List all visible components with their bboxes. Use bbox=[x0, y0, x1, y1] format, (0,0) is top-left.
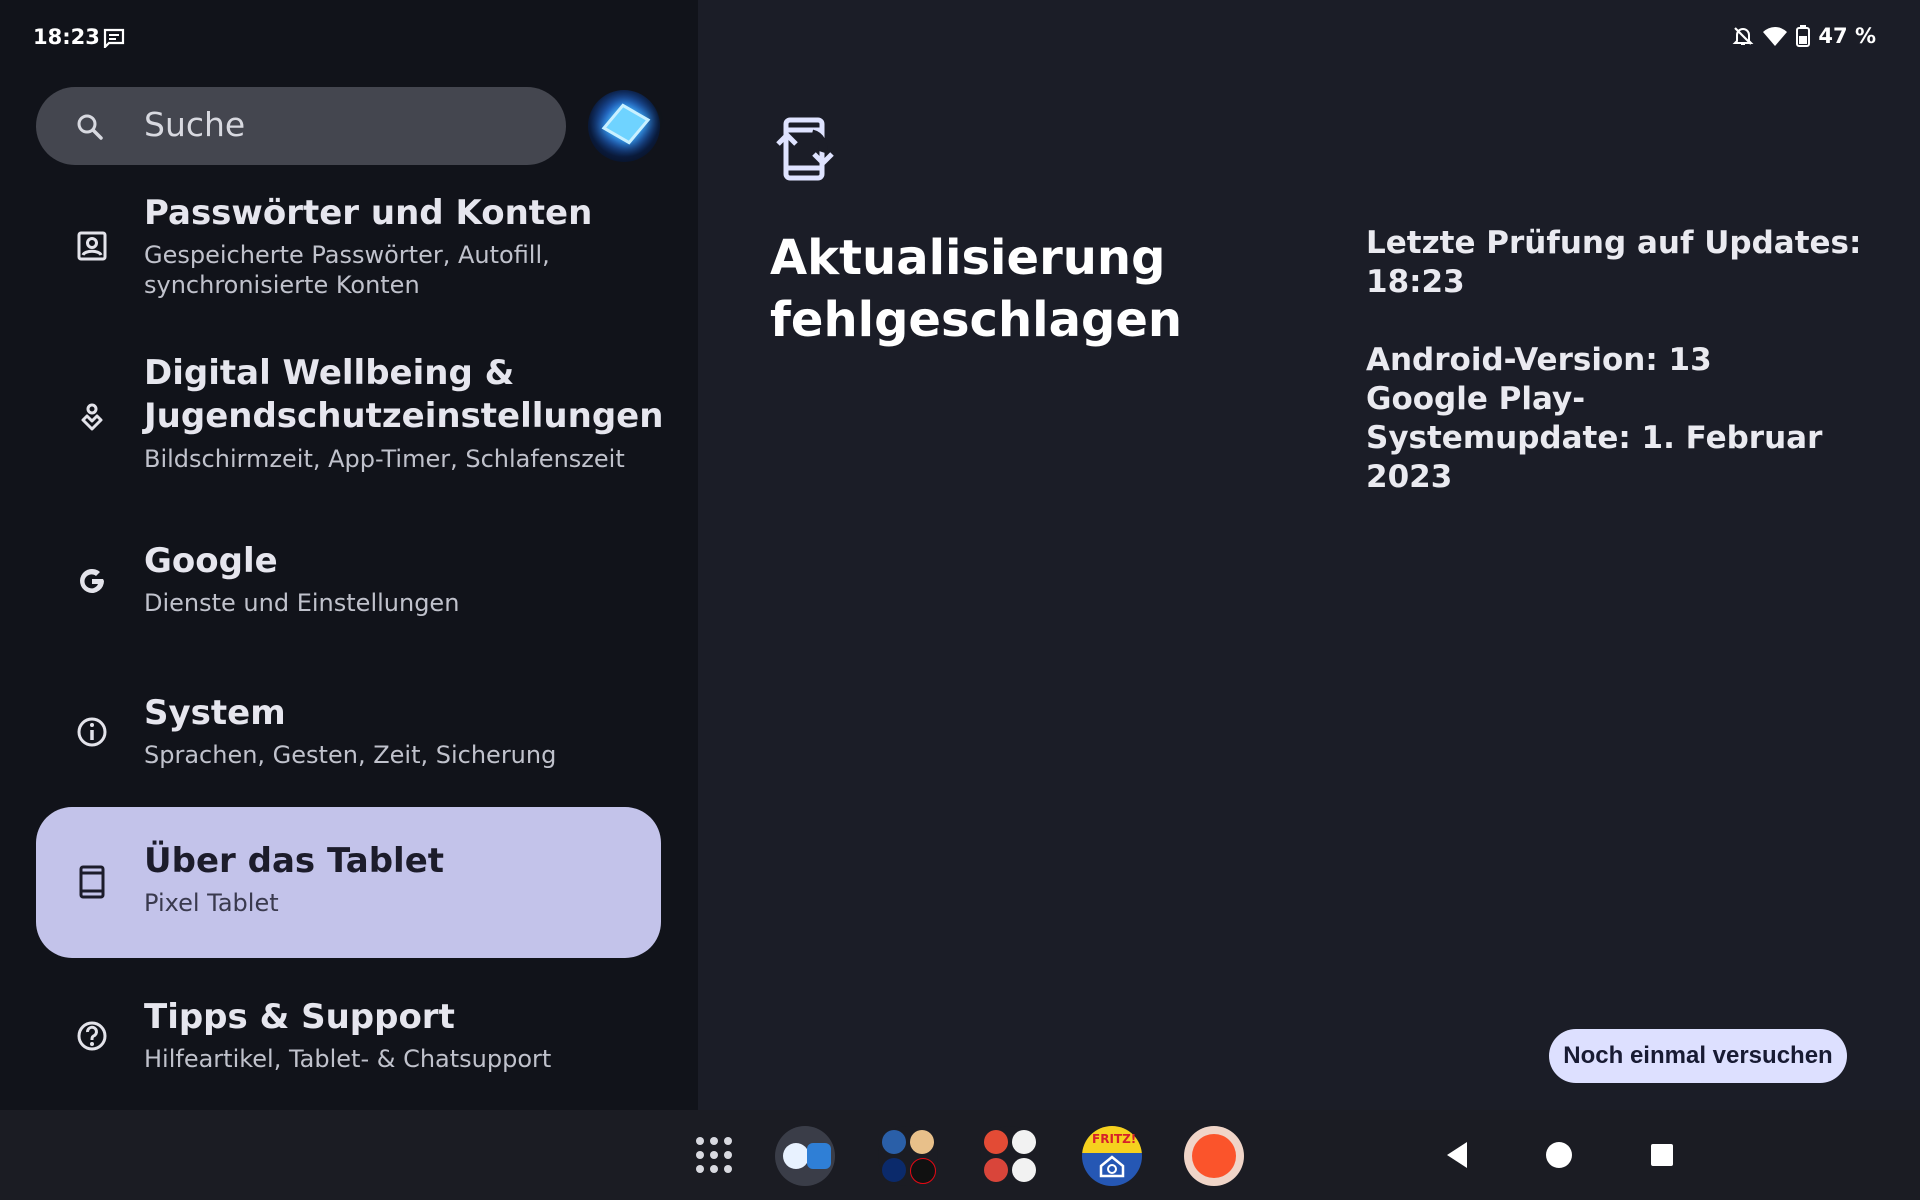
disney-plus-icon bbox=[882, 1158, 906, 1182]
settings-item-google[interactable]: Google Dienste und Einstellungen bbox=[36, 536, 661, 626]
android-version: Android-Version: 13 bbox=[1366, 342, 1712, 378]
settings-item-tips-support[interactable]: Tipps & Support Hilfeartikel, Tablet- & … bbox=[36, 992, 661, 1082]
avatar-chip-image bbox=[601, 103, 651, 145]
settings-item-subtitle: Pixel Tablet bbox=[144, 889, 279, 917]
settings-item-about-tablet[interactable]: Über das Tablet Pixel Tablet bbox=[36, 807, 661, 958]
help-icon bbox=[77, 1021, 107, 1051]
detail-pane bbox=[698, 0, 1920, 1110]
account-box-icon bbox=[77, 231, 107, 261]
recents-button[interactable] bbox=[1648, 1140, 1676, 1170]
play-system-update: Google Play-Systemupdate: 1. Februar 202… bbox=[1366, 381, 1823, 495]
back-button[interactable] bbox=[1443, 1140, 1471, 1170]
amazon-icon bbox=[910, 1130, 934, 1154]
app-folder-media[interactable] bbox=[878, 1126, 938, 1186]
retry-button[interactable]: Noch einmal versuchen bbox=[1549, 1029, 1847, 1083]
do-not-disturb-bell-icon bbox=[1733, 27, 1754, 45]
fritz-app-icon[interactable]: FRITZ! bbox=[1082, 1126, 1142, 1186]
battery-icon bbox=[1796, 25, 1811, 47]
wellbeing-icon bbox=[81, 403, 103, 431]
home-network-icon bbox=[1099, 1155, 1125, 1178]
google-icon bbox=[80, 568, 104, 593]
search-placeholder: Suche bbox=[144, 105, 246, 144]
app-store-icon bbox=[807, 1143, 831, 1169]
taskbar bbox=[0, 1110, 1920, 1200]
last-check-label: Letzte Prüfung auf Updates: bbox=[1366, 225, 1862, 261]
settings-item-subtitle: Hilfeartikel, Tablet- & Chatsupport bbox=[144, 1045, 552, 1073]
settings-item-subtitle: Gespeicherte Passwörter, Autofill, synch… bbox=[144, 241, 550, 299]
status-indicators: 47 % bbox=[1732, 24, 1876, 48]
mail-app-icon bbox=[783, 1143, 809, 1169]
tablet-icon bbox=[79, 865, 105, 899]
status-time: 18:23 bbox=[33, 25, 100, 49]
info-icon bbox=[77, 717, 107, 747]
search-bar[interactable]: Suche bbox=[36, 87, 566, 165]
sz-app-icon bbox=[1012, 1158, 1036, 1182]
update-status-headline: Aktualisierung fehlgeschlagen bbox=[770, 230, 1183, 348]
settings-item-title: Google bbox=[144, 541, 278, 581]
last-check-time: 18:23 bbox=[1366, 264, 1465, 300]
settings-item-subtitle: Bildschirmzeit, App-Timer, Schlafenszeit bbox=[144, 445, 625, 473]
settings-item-title: Digital Wellbeing & Jugendschutzeinstell… bbox=[144, 353, 664, 436]
mail-small-icon bbox=[1012, 1130, 1036, 1154]
avatar[interactable] bbox=[588, 90, 660, 162]
netflix-icon bbox=[910, 1158, 936, 1184]
settings-item-subtitle: Sprachen, Gesten, Zeit, Sicherung bbox=[144, 741, 557, 769]
system-update-icon bbox=[776, 117, 834, 181]
wifi-icon bbox=[1763, 27, 1788, 46]
settings-item-title: Passwörter und Konten bbox=[144, 193, 593, 233]
settings-item-subtitle: Dienste und Einstellungen bbox=[144, 589, 460, 617]
app-folder-news[interactable] bbox=[980, 1126, 1040, 1186]
settings-item-title: Tipps & Support bbox=[144, 997, 455, 1037]
search-icon bbox=[77, 114, 103, 140]
fritz-label: FRITZ! bbox=[1092, 1132, 1137, 1146]
settings-item-digital-wellbeing[interactable]: Digital Wellbeing & Jugendschutzeinstell… bbox=[36, 352, 664, 482]
settings-item-passwords-accounts[interactable]: Passwörter und Konten Gespeicherte Passw… bbox=[36, 188, 661, 308]
news-app-icon bbox=[984, 1158, 1008, 1182]
battery-percentage: 47 % bbox=[1818, 24, 1876, 48]
brave-small-icon bbox=[984, 1130, 1008, 1154]
settings-item-system[interactable]: System Sprachen, Gesten, Zeit, Sicherung bbox=[36, 688, 661, 778]
message-notification-icon bbox=[103, 28, 125, 48]
settings-item-title: Über das Tablet bbox=[144, 841, 445, 881]
brave-browser-icon[interactable] bbox=[1184, 1126, 1244, 1186]
app-drawer-icon[interactable] bbox=[695, 1136, 733, 1174]
settings-item-title: System bbox=[144, 693, 286, 733]
app-folder-mail[interactable] bbox=[775, 1126, 835, 1186]
brave-lion-icon bbox=[1192, 1134, 1236, 1178]
home-button[interactable] bbox=[1545, 1140, 1573, 1170]
prime-video-icon bbox=[882, 1130, 906, 1154]
